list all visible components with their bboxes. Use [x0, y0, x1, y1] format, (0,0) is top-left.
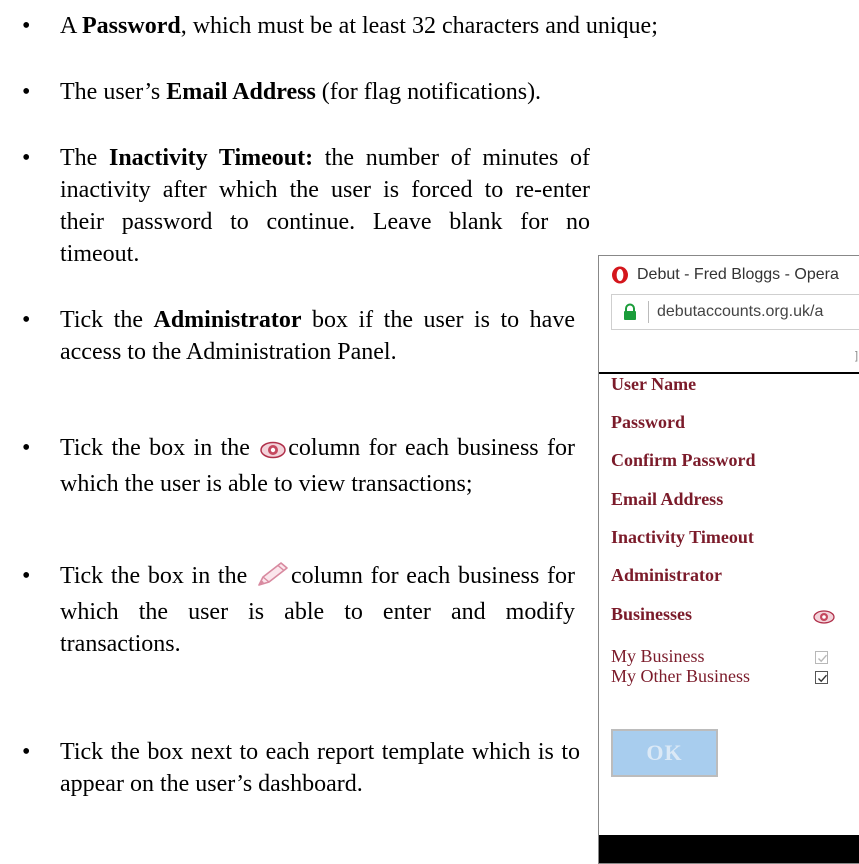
label-inactivity-timeout: Inactivity Timeout — [611, 527, 754, 547]
page-header: ] — [599, 330, 859, 374]
eye-icon — [813, 610, 835, 624]
label-businesses: Businesses — [611, 604, 693, 624]
address-separator — [648, 301, 649, 323]
lock-icon — [620, 302, 640, 322]
header-fragment: ] — [854, 350, 858, 362]
bullet-symbol: • — [22, 145, 31, 171]
label-administrator: Administrator — [611, 565, 722, 585]
bullet-symbol: • — [22, 13, 31, 39]
term-password: Password — [82, 13, 181, 39]
label-user-name: User Name — [611, 374, 697, 394]
term-email-address: Email Address — [166, 79, 316, 105]
business-name: My Business — [611, 646, 705, 666]
bullet-symbol: • — [22, 563, 31, 589]
label-confirm-password: Confirm Password — [611, 450, 756, 470]
label-email-address: Email Address — [611, 489, 724, 509]
title-bar: Debut - Fred Bloggs - Opera — [599, 256, 859, 294]
eye-icon — [260, 436, 287, 468]
window-title: Debut - Fred Bloggs - Opera — [637, 266, 839, 283]
address-bar[interactable]: debutaccounts.org.uk/a — [611, 294, 859, 330]
opera-logo-icon — [611, 266, 629, 284]
term-inactivity-timeout: Inactivity Timeout: — [108, 145, 314, 171]
view-checkbox[interactable] — [815, 671, 828, 684]
ok-button[interactable]: OK — [611, 729, 718, 777]
browser-window: Debut - Fred Bloggs - Opera debutaccount… — [598, 255, 859, 864]
pencil-icon — [257, 561, 289, 596]
business-name: My Other Business — [611, 666, 750, 686]
view-checkbox[interactable] — [815, 651, 828, 664]
bullet-symbol: • — [22, 435, 31, 461]
label-password: Password — [611, 412, 686, 432]
term-administrator: Administrator — [153, 307, 302, 333]
window-footer-bar — [599, 835, 859, 863]
address-url[interactable]: debutaccounts.org.uk/a — [657, 303, 823, 321]
bullet-symbol: • — [22, 307, 31, 333]
bullet-symbol: • — [22, 739, 31, 765]
bullet-symbol: • — [22, 79, 31, 105]
